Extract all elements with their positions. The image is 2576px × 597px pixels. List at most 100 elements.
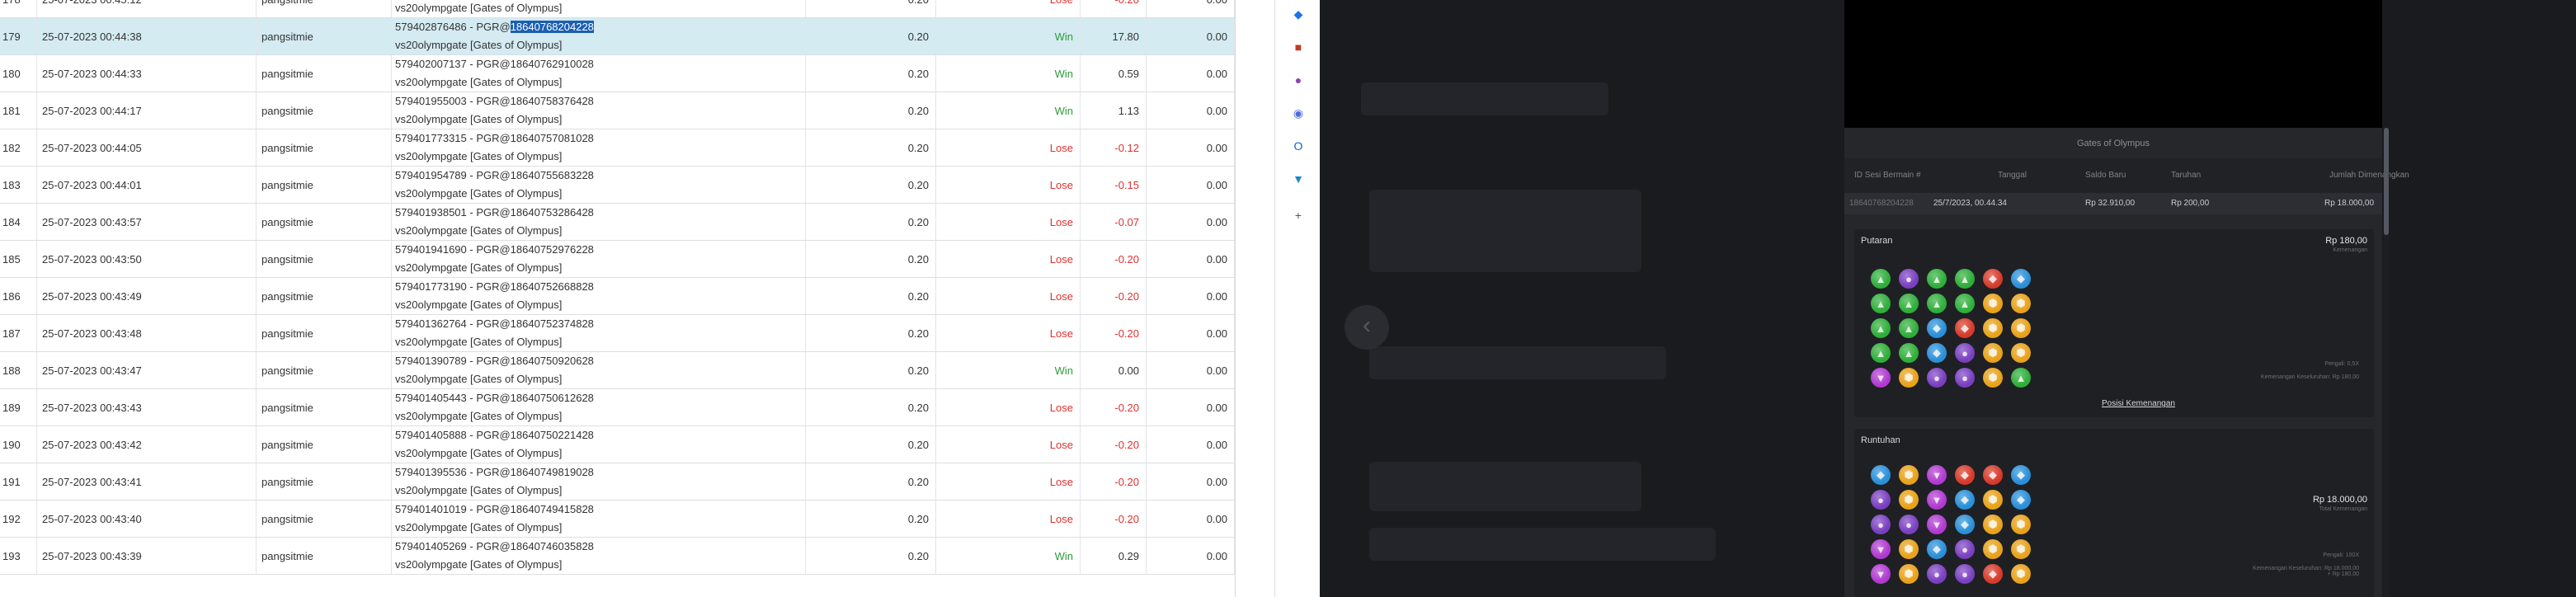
row-number: 179 [0,18,37,54]
tumble-label: Runtuhan [1861,435,1900,445]
game-symbol-icon: ▼ [1871,368,1891,388]
game-symbol-icon: ● [1955,343,1975,363]
bet-id: 579402876486 - PGR@ [395,21,511,33]
table-row[interactable]: 183 25-07-2023 00:44:01 pangsitmie 57940195… [0,167,1235,204]
row-result: Lose [936,0,1081,17]
row-winloss: -0.20 [1081,426,1147,463]
table-row[interactable]: 185 25-07-2023 00:43:50 pangsitmie 57940194… [0,241,1235,278]
back-arrow-icon[interactable]: ‹ [1345,305,1389,350]
row-result: Lose [936,241,1081,277]
table-row[interactable]: 189 25-07-2023 00:43:43 pangsitmie 57940140… [0,389,1235,426]
add-icon[interactable]: + [1291,208,1306,223]
selected-text[interactable]: 18640768204228 [510,21,594,33]
people-icon[interactable]: ● [1291,73,1306,87]
table-row[interactable]: 193 25-07-2023 00:43:39 pangsitmie 57940140… [0,538,1235,575]
table-row[interactable]: 186 25-07-2023 00:43:49 pangsitmie 57940177… [0,278,1235,315]
game-symbol-icon: ◆ [1983,465,2003,485]
row-amount: 0.20 [806,241,936,277]
bet-id: 579401773190 - PGR@18640752668828 [395,280,594,293]
row-username: pangsitmie [257,241,392,277]
row-winloss: 0.59 [1081,55,1147,92]
row-number: 181 [0,92,37,129]
dark-overlay: ‹ Gates of Olympus ID Sesi Bermain # Tang… [1320,0,2576,597]
game-symbol-icon: ⬢ [1899,368,1919,388]
row-balance: 0.00 [1147,129,1235,166]
spin-sub: Kemenangan [2333,247,2367,253]
game-symbol-icon: ▼ [1927,515,1947,534]
row-result: Lose [936,129,1081,166]
game-symbol-icon: ◆ [2011,490,2031,510]
row-username: pangsitmie [257,18,392,54]
row-bet-details: 579401405443 - PGR@18640750612628 vs20oly… [392,389,806,425]
table-row[interactable]: 190 25-07-2023 00:43:42 pangsitmie 57940140… [0,426,1235,463]
table-row[interactable]: 179 25-07-2023 00:44:38 pangsitmie 57940287… [0,18,1235,55]
game-name: vs20olympgate [Gates of Olympus] [395,410,563,422]
row-result: Lose [936,501,1081,537]
table-row[interactable]: 180 25-07-2023 00:44:33 pangsitmie 57940200… [0,55,1235,92]
row-result: Lose [936,278,1081,314]
game-symbol-icon: ▲ [1899,343,1919,363]
game-symbol-icon: ▼ [1927,465,1947,485]
tag-icon[interactable]: ◆ [1291,7,1306,21]
row-winloss: -0.20 [1081,241,1147,277]
game-name: vs20olympgate [Gates of Olympus] [395,187,563,200]
spin-multiplier: Pengali: 0,5X [2324,361,2359,367]
row-winloss: -0.20 [1081,463,1147,500]
extension-bar: ◆ ■ ● ◉ O ▼ + [1274,0,1321,597]
panel-scrollbar[interactable] [2384,128,2389,597]
row-username: pangsitmie [257,463,392,500]
winning-position-link[interactable]: Posisi Kemenangan [2102,399,2175,408]
dimmed-background-card [1369,462,1641,511]
game-symbol-icon: ◆ [1955,318,1975,338]
table-row[interactable]: 188 25-07-2023 00:43:47 pangsitmie 57940139… [0,352,1235,389]
chrome-ext-icon[interactable]: ◉ [1291,106,1306,120]
row-number: 191 [0,463,37,500]
bet-id: 579401405443 - PGR@18640750612628 [395,392,594,404]
table-row[interactable]: 187 25-07-2023 00:43:48 pangsitmie 57940136… [0,315,1235,352]
game-symbol-icon: ◆ [1955,515,1975,534]
table-row[interactable]: 182 25-07-2023 00:44:05 pangsitmie 57940177… [0,129,1235,167]
row-username: pangsitmie [257,501,392,537]
bet-id: 579401773315 - PGR@18640757081028 [395,132,594,144]
session-header-cell: Jumlah Dimenangkan [2329,171,2409,180]
table-row[interactable]: 184 25-07-2023 00:43:57 pangsitmie 57940193… [0,204,1235,241]
tumble-amount: Rp 18.000,00 [2312,495,2367,505]
game-symbol-icon: ◆ [1955,465,1975,485]
row-username: pangsitmie [257,352,392,388]
table-row[interactable]: 181 25-07-2023 00:44:17 pangsitmie 57940195… [0,92,1235,129]
row-username: pangsitmie [257,389,392,425]
row-username: pangsitmie [257,538,392,574]
tumble-symbol-grid: ◆ ⬢ ▼ ◆ ◆ ◆ ● ⬢ ▼ ◆ ⬢ ◆ ● ● ▼ ◆ ⬢ ⬢ ▼ ⬢ ◆ ● ⬢ ⬢ ▼ ⬢ ● ● ◆ ⬢ [1871,465,2032,585]
spin-amount: Rp 180,00 [2325,236,2367,246]
bet-id: 579401954789 - PGR@18640755683228 [395,169,594,181]
table-row[interactable]: 192 25-07-2023 00:43:40 pangsitmie 57940140… [0,501,1235,538]
row-bet-details: 579402007137 - PGR@18640762910028 vs20oly… [392,55,806,92]
row-balance: 0.00 [1147,352,1235,388]
toolbox-icon[interactable]: ■ [1291,40,1306,54]
game-symbol-icon: ⬢ [2011,343,2031,363]
row-date: 25-07-2023 00:43:50 [37,241,257,277]
game-symbol-icon: ● [1927,564,1947,584]
row-username: pangsitmie [257,167,392,203]
game-symbol-icon: ● [1955,564,1975,584]
table-row[interactable]: 191 25-07-2023 00:43:41 pangsitmie 57940139… [0,463,1235,501]
row-amount: 0.20 [806,389,936,425]
outlook-icon[interactable]: O [1291,139,1306,153]
row-amount: 0.20 [806,315,936,351]
game-symbol-icon: ⬢ [1983,539,2003,559]
row-bet-details: 579401405888 - PGR@18640750221428 vs20oly… [392,426,806,463]
game-symbol-icon: ⬢ [1899,564,1919,584]
scrollbar-thumb[interactable] [2384,128,2389,235]
cart-icon[interactable]: ▼ [1291,172,1306,186]
row-result: Lose [936,389,1081,425]
table-row[interactable]: 17825-07-2023 00:45:12pangsitmie57940425… [0,0,1235,18]
game-symbol-icon: ▲ [1871,269,1891,289]
bet-id: 579401938501 - PGR@18640753286428 [395,206,594,219]
game-name: vs20olympgate [Gates of Olympus] [395,336,563,348]
spin-label: Putaran [1861,236,1893,246]
row-balance: 0.00 [1147,204,1235,240]
game-name: vs20olympgate [Gates of Olympus] [395,447,563,459]
row-winloss: 0.00 [1081,352,1147,388]
bet-id: 579401955003 - PGR@18640758376428 [395,95,594,107]
session-header-cell: Saldo Baru [2085,171,2126,180]
